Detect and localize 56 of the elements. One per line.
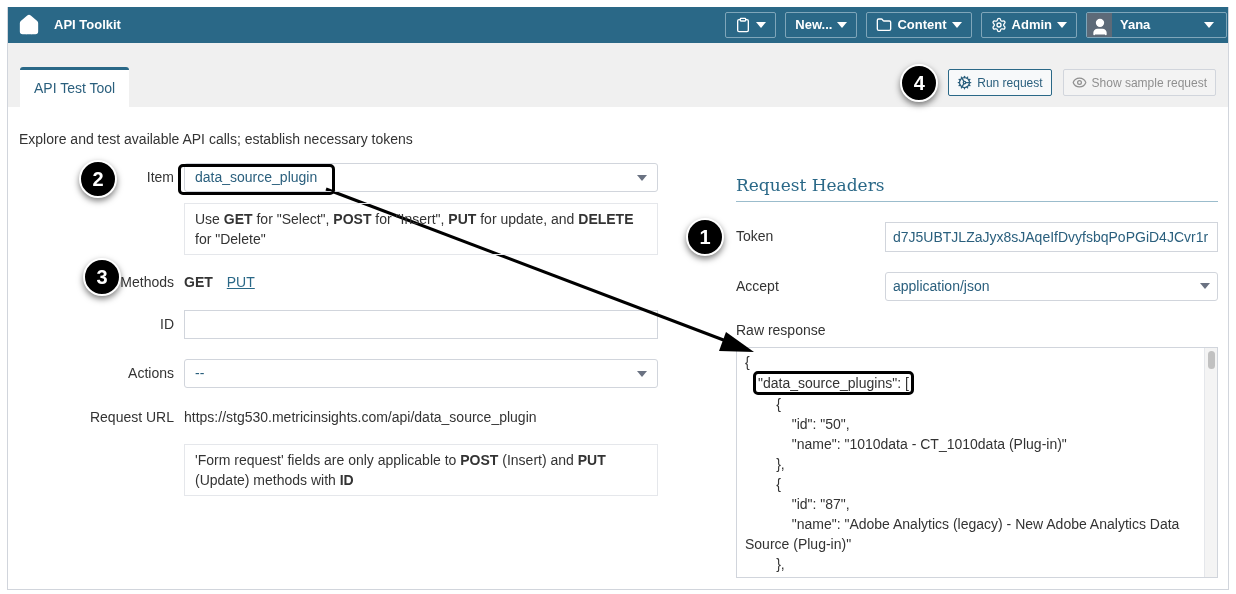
item-select[interactable]: data_source_plugin <box>184 163 658 192</box>
code-line: "id": "50", <box>790 414 850 434</box>
code-line: "id": "87", <box>790 494 850 514</box>
field-label: Methods <box>120 274 174 290</box>
section-heading: Request Headers <box>736 173 1218 202</box>
field-label: Actions <box>127 364 175 383</box>
description: Explore and test available API calls; establish necessary tokens <box>19 130 414 149</box>
menu-button[interactable]: New... <box>785 12 858 38</box>
scrollbar[interactable] <box>1204 347 1217 577</box>
method-link[interactable]: PUT <box>226 272 255 293</box>
note-box: 'Form request' fields are only applicable to POST (Insert) and PUT (Update) methods with ID <box>184 444 658 496</box>
code-line: "name": "1010data - CT_1010data (Plug-in)" <box>790 434 1067 454</box>
field-label: Token <box>736 227 775 246</box>
actions-select[interactable]: -- <box>184 359 658 388</box>
method-link[interactable]: GET <box>184 272 213 293</box>
request-url: https://stg530.metricinsights.com/api/data_source_plugin <box>184 408 537 427</box>
caret-icon <box>837 22 848 28</box>
avatar-icon <box>1087 13 1112 37</box>
code-line: { <box>775 474 781 494</box>
token-field[interactable]: d7J5UBTJLZaJyx8sJAqeIfDvyfsbqPoPGiD4JCvr1r <box>885 221 1218 252</box>
callout-badge: 3 <box>83 258 121 296</box>
caret-icon <box>1204 22 1214 28</box>
menu-button[interactable]: Content <box>866 12 972 38</box>
caret-icon <box>756 22 767 28</box>
code-line: }, <box>775 554 785 574</box>
caret-icon <box>637 370 647 377</box>
gears-icon <box>957 75 973 90</box>
code-line: { <box>745 352 750 372</box>
accept-select[interactable]: application/json <box>885 271 1218 301</box>
clipboard-icon <box>735 17 752 33</box>
caret-icon <box>1057 22 1067 28</box>
run-request-button[interactable]: Run request <box>948 69 1052 96</box>
user-menu[interactable]: Yana <box>1086 12 1227 38</box>
field-label: ID <box>159 315 175 334</box>
caret-icon <box>1200 283 1210 289</box>
field-label: Accept <box>736 276 780 296</box>
app-title: API Toolkit <box>54 16 121 35</box>
menu-button[interactable] <box>725 12 777 38</box>
settings-icon <box>990 17 1007 33</box>
menu-button[interactable]: Admin <box>980 12 1077 38</box>
caret-icon <box>637 174 647 181</box>
code-line: "name": "Adobe Analytics (legacy) - New Adobe Analytics Data Source (Plug-in)" <box>745 514 1181 554</box>
home-icon[interactable] <box>18 14 40 36</box>
field-label: Item <box>146 169 174 185</box>
code-line: }, <box>775 454 785 474</box>
callout-badge: 1 <box>686 217 724 256</box>
field-label: Raw response <box>736 320 827 340</box>
tab[interactable]: API Test Tool <box>20 67 130 107</box>
caret-icon <box>951 22 962 28</box>
id-field[interactable] <box>184 310 658 339</box>
eye-icon <box>1071 75 1087 90</box>
field-label: Request URL <box>88 408 175 427</box>
callout-badge: 4 <box>900 64 939 102</box>
code-line: { <box>775 394 781 414</box>
callout-badge: 2 <box>79 160 117 198</box>
folder-icon <box>876 17 893 33</box>
